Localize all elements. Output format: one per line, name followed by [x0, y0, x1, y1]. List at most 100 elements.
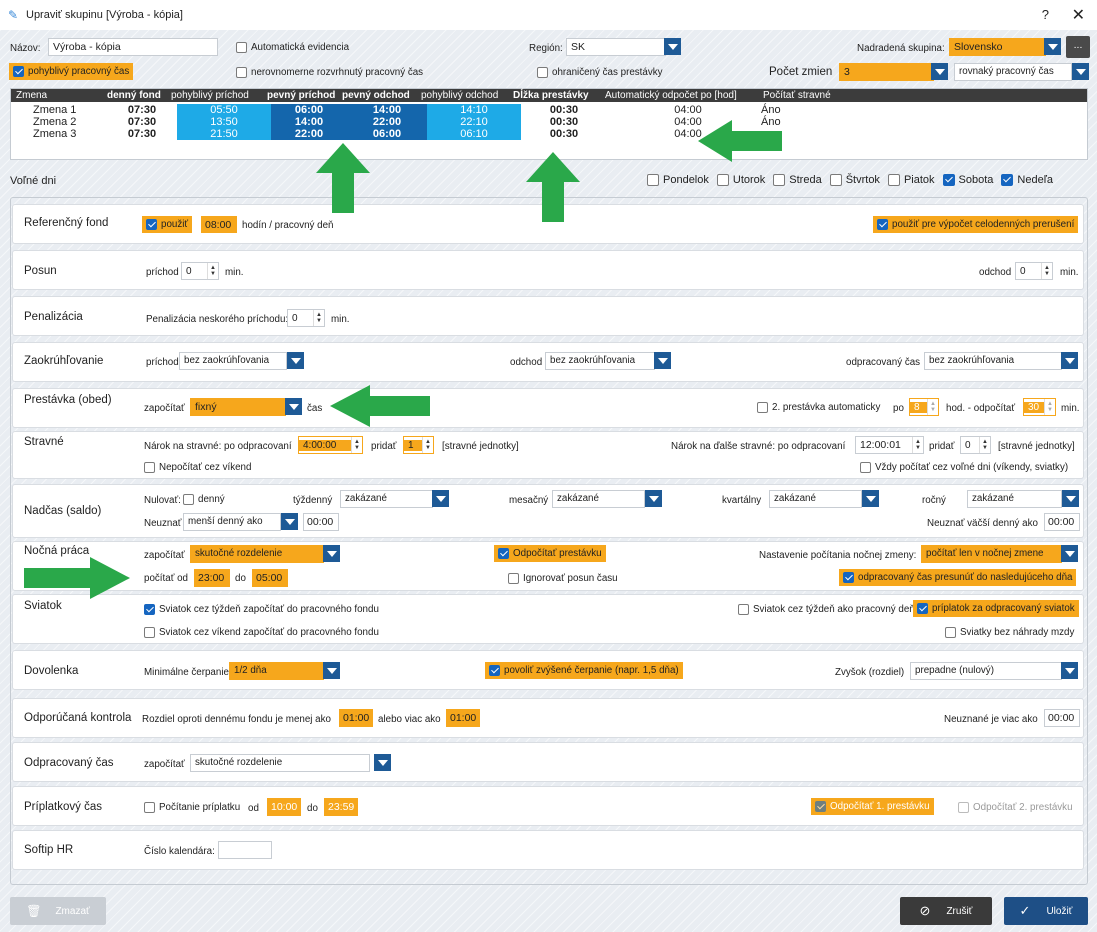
free-day-checkbox[interactable]: Piatok	[886, 171, 937, 189]
delete-button[interactable]: 🗑 Zmazať	[10, 897, 106, 925]
grid-cell-brk[interactable]: 00:30	[521, 104, 607, 116]
monthly-select[interactable]: zakázané	[552, 490, 645, 508]
grid-cell-auto[interactable]: 04:00	[607, 104, 769, 116]
stepper-arrows-icon[interactable]: ▲ ▼	[1041, 263, 1052, 279]
save-button[interactable]: ✓ Uložiť	[1004, 897, 1088, 925]
worked-count-select[interactable]: skutočné rozdelenie	[190, 754, 370, 772]
holiday-no-pay-checkbox[interactable]: Sviatky bez náhrady mzdy	[941, 623, 1078, 641]
vacation-min-select[interactable]: 1/2 dňa	[229, 662, 324, 680]
ignore-select[interactable]: menší denný ako	[183, 513, 281, 531]
parent-group-dropdown-icon[interactable]	[1044, 38, 1061, 55]
quarterly-dropdown-icon[interactable]	[862, 490, 879, 507]
grid-cell-fix-in[interactable]: 14:00	[271, 116, 347, 128]
free-day-checkbox[interactable]: Štvrtok	[828, 171, 882, 189]
grid-cell-brk[interactable]: 00:30	[521, 116, 607, 128]
meal-add-stepper[interactable]: 1 ▲ ▼	[403, 436, 434, 454]
bonus-calc-checkbox[interactable]: Počítanie príplatku	[140, 798, 244, 816]
weekly-select[interactable]: zakázané	[340, 490, 433, 508]
night-move-checkbox[interactable]: odpracovaný čas presunúť do nasledujúceh…	[839, 569, 1077, 586]
weekly-dropdown-icon[interactable]	[432, 490, 449, 507]
night-count-select[interactable]: skutočné rozdelenie	[190, 545, 324, 563]
ignore-time-shift-checkbox[interactable]: Ignorovať posun času	[504, 569, 622, 587]
flex-time-checkbox[interactable]: pohyblivý pracovný čas	[9, 63, 134, 80]
stepper-arrows-icon[interactable]: ▲ ▼	[313, 310, 324, 326]
holiday-week-fund-checkbox[interactable]: Sviatok cez týždeň započítať do pracovné…	[140, 600, 383, 618]
bonus-from-input[interactable]: 10:00	[267, 798, 301, 816]
grid-cell-name[interactable]: Zmena 2	[17, 116, 97, 128]
grid-cell-brk[interactable]: 00:30	[521, 128, 607, 140]
meal-no-weekend-checkbox[interactable]: Nepočítať cez víkend	[140, 458, 255, 476]
second-break-checkbox[interactable]: 2. prestávka automaticky	[753, 398, 884, 416]
shifts-count-dropdown-icon[interactable]	[931, 63, 948, 80]
free-day-checkbox[interactable]: Nedeľa	[999, 171, 1055, 189]
round-worked-select[interactable]: bez zaokrúhľovania	[924, 352, 1062, 370]
stepper-arrows-icon[interactable]: ▲ ▼	[422, 437, 433, 453]
grid-cell-flex-out[interactable]: 22:10	[427, 116, 521, 128]
second-break-after-stepper[interactable]: 8 ▲ ▼	[909, 398, 939, 416]
shifts-count-select[interactable]: 3	[839, 63, 934, 81]
meal-claim2-stepper[interactable]: 12:00:01 ▲ ▼	[855, 436, 924, 454]
ref-hours-input[interactable]: 08:00	[201, 216, 237, 233]
cancel-button[interactable]: ⊘ Zrušiť	[900, 897, 992, 925]
help-button[interactable]: ?	[1042, 7, 1049, 22]
round-departure-dropdown-icon[interactable]	[654, 352, 671, 369]
night-to-input[interactable]: 05:00	[252, 569, 288, 587]
ignore-big-input[interactable]: 00:00	[1044, 513, 1080, 531]
worked-count-dropdown-icon[interactable]	[374, 754, 391, 771]
grid-cell-fix-in[interactable]: 06:00	[271, 104, 347, 116]
grid-cell-fix-out[interactable]: 22:00	[347, 116, 427, 128]
free-day-checkbox[interactable]: Sobota	[941, 171, 996, 189]
break-type-dropdown-icon[interactable]	[285, 398, 302, 415]
uneven-time-checkbox[interactable]: nerovnomerne rozvrhnutý pracovný čas	[232, 63, 427, 81]
night-from-input[interactable]: 23:00	[194, 569, 230, 587]
stepper-arrows-icon[interactable]: ▲ ▼	[1044, 399, 1055, 415]
penalty-stepper[interactable]: 0 ▲ ▼	[287, 309, 325, 327]
round-arrival-select[interactable]: bez zaokrúhľovania	[179, 352, 287, 370]
vacation-rest-select[interactable]: prepadne (nulový)	[910, 662, 1062, 680]
meal-claim-stepper[interactable]: 4:00:00 ▲ ▼	[298, 436, 363, 454]
holiday-weekend-fund-checkbox[interactable]: Sviatok cez víkend započítať do pracovné…	[140, 623, 383, 641]
grid-cell-flex-in[interactable]: 05:50	[177, 104, 271, 116]
limited-break-checkbox[interactable]: ohraničený čas prestávky	[533, 63, 667, 81]
region-dropdown-icon[interactable]	[664, 38, 681, 55]
departure-stepper[interactable]: 0 ▲ ▼	[1015, 262, 1053, 280]
grid-cell-fix-out[interactable]: 06:00	[347, 128, 427, 140]
grid-cell-flex-out[interactable]: 06:10	[427, 128, 521, 140]
grid-cell-fix-out[interactable]: 14:00	[347, 104, 427, 116]
auto-evidence-checkbox[interactable]: Automatická evidencia	[232, 38, 353, 56]
grid-cell-flex-out[interactable]: 14:10	[427, 104, 521, 116]
holiday-week-workday-checkbox[interactable]: Sviatok cez týždeň ako pracovný deň	[734, 600, 919, 618]
more-button[interactable]: ...	[1066, 36, 1090, 58]
night-setting-dropdown-icon[interactable]	[1061, 545, 1078, 562]
calendar-input[interactable]	[218, 841, 272, 859]
ignore-dropdown-icon[interactable]	[281, 513, 298, 530]
night-deduct-break-checkbox[interactable]: Odpočítať prestávku	[494, 545, 606, 562]
time-type-select[interactable]: rovnaký pracovný čas	[954, 63, 1072, 81]
check-more-input[interactable]: 01:00	[446, 709, 480, 727]
time-type-dropdown-icon[interactable]	[1072, 63, 1089, 80]
grid-cell-meal[interactable]: Áno	[761, 104, 801, 116]
vacation-rest-dropdown-icon[interactable]	[1061, 662, 1078, 679]
yearly-select[interactable]: zakázané	[967, 490, 1062, 508]
grid-cell-flex-in[interactable]: 21:50	[177, 128, 271, 140]
bonus-deduct1-checkbox[interactable]: Odpočítať 1. prestávku	[811, 798, 934, 815]
check-diff-input[interactable]: 01:00	[339, 709, 373, 727]
free-day-checkbox[interactable]: Streda	[771, 171, 823, 189]
check-unrec-input[interactable]: 00:00	[1044, 709, 1080, 727]
break-type-select[interactable]: fixný	[190, 398, 286, 416]
grid-cell-name[interactable]: Zmena 3	[17, 128, 97, 140]
ref-full-day-checkbox[interactable]: použiť pre výpočet celodenných prerušení	[873, 216, 1079, 233]
round-arrival-dropdown-icon[interactable]	[287, 352, 304, 369]
reset-daily-checkbox[interactable]: denný	[183, 490, 225, 508]
close-button[interactable]: ✕	[1072, 5, 1085, 25]
parent-group-select[interactable]: Slovensko	[949, 38, 1046, 56]
free-day-checkbox[interactable]: Pondelok	[645, 171, 711, 189]
stepper-arrows-icon[interactable]: ▲ ▼	[912, 437, 923, 453]
grid-cell-fund[interactable]: 07:30	[107, 116, 177, 128]
arrival-stepper[interactable]: 0 ▲ ▼	[181, 262, 219, 280]
meal-always-checkbox[interactable]: Vždy počítať cez voľné dni (víkendy, svi…	[856, 458, 1072, 476]
holiday-bonus-checkbox[interactable]: príplatok za odpracovaný sviatok	[913, 600, 1079, 617]
bonus-to-input[interactable]: 23:59	[324, 798, 358, 816]
grid-cell-flex-in[interactable]: 13:50	[177, 116, 271, 128]
second-break-deduct-stepper[interactable]: 30 ▲ ▼	[1023, 398, 1056, 416]
